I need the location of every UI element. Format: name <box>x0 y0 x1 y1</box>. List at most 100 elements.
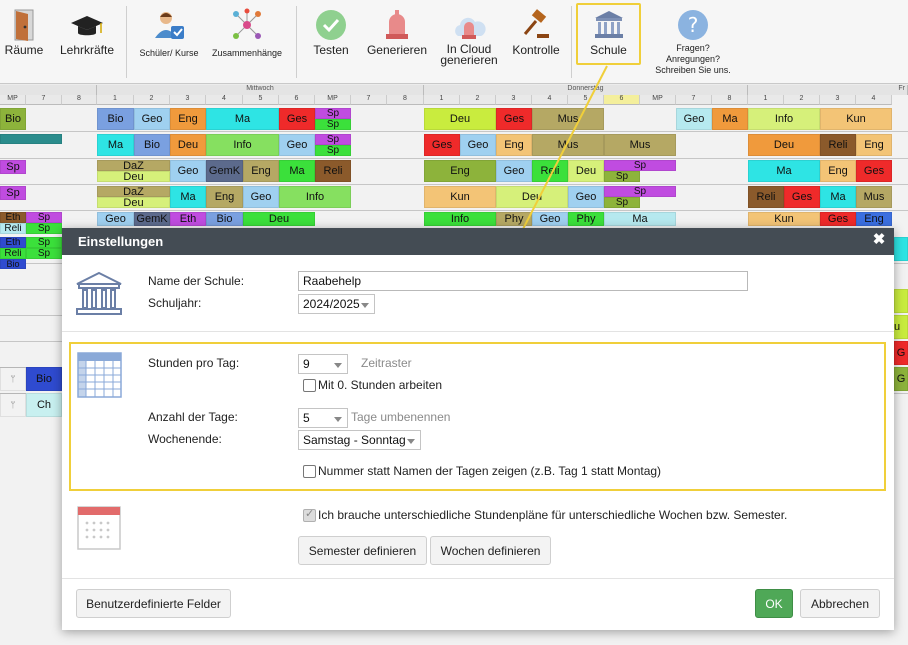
lesson-block[interactable]: Bio <box>206 212 243 226</box>
lesson-block[interactable]: Bio <box>134 134 170 156</box>
lesson-block[interactable]: Ma <box>604 212 676 226</box>
lesson-block[interactable]: Eng <box>856 212 892 226</box>
lesson-block[interactable]: Geo <box>279 134 315 156</box>
lesson-block[interactable]: Sp <box>604 171 640 182</box>
lesson-block[interactable]: G <box>894 341 908 365</box>
lesson-block[interactable]: Eng <box>496 134 532 156</box>
lesson-block[interactable]: Ges <box>279 108 315 130</box>
toolbar-control-button[interactable]: Kontrolle <box>508 0 564 84</box>
lesson-block[interactable]: Deu <box>97 197 170 208</box>
lesson-block[interactable]: Ges <box>820 212 856 226</box>
lesson-block[interactable]: Ma <box>712 108 748 130</box>
lesson-block[interactable]: Reli <box>0 248 26 259</box>
lesson-block[interactable]: Sp <box>604 160 676 171</box>
lesson-block[interactable]: Reli <box>315 160 351 182</box>
lesson-block[interactable]: Info <box>748 108 820 130</box>
toolbar-test-button[interactable]: Testen <box>306 0 356 84</box>
lesson-block[interactable]: GemK <box>206 160 243 182</box>
lesson-block[interactable]: Geo <box>496 160 532 182</box>
lesson-block[interactable]: Kun <box>820 108 892 130</box>
lesson-block[interactable]: Eng <box>424 160 496 182</box>
lesson-block[interactable]: Kun <box>424 186 496 208</box>
lesson-block[interactable]: Mus <box>532 134 604 156</box>
lesson-block[interactable]: Info <box>424 212 496 226</box>
toolbar-feedback-button[interactable]: ? Fragen? Anregungen? Schreiben Sie uns. <box>650 0 736 84</box>
lesson-block[interactable]: Ma <box>748 160 820 182</box>
school-name-input[interactable]: Raabehelp <box>298 271 748 291</box>
lesson-block[interactable]: Geo <box>532 212 568 226</box>
lesson-block[interactable]: Info <box>279 186 351 208</box>
lesson-block[interactable] <box>0 134 62 144</box>
toolbar-rooms-button[interactable]: Räume <box>2 0 46 84</box>
cancel-button[interactable]: Abbrechen <box>800 589 880 618</box>
lesson-block[interactable]: Bio <box>0 108 26 130</box>
lesson-block[interactable]: Sp <box>315 145 351 156</box>
custom-fields-button[interactable]: Benutzerdefinierte Felder <box>76 589 231 618</box>
define-weeks-button[interactable]: Wochen definieren <box>430 536 551 565</box>
lesson-block[interactable]: Reli <box>820 134 856 156</box>
toolbar-relations-button[interactable]: Zusammenhänge <box>208 0 286 84</box>
lesson-block[interactable]: Bio <box>26 367 62 391</box>
lesson-block[interactable]: Geo <box>97 212 134 226</box>
toolbar-teachers-button[interactable]: Lehrkräfte <box>56 0 118 84</box>
lesson-block[interactable]: Eng <box>856 134 892 156</box>
toolbar-school-button[interactable]: Schule <box>578 0 639 84</box>
ok-button[interactable]: OK <box>755 589 793 618</box>
lesson-block[interactable]: Sp <box>26 212 62 223</box>
lesson-block[interactable]: Sp <box>26 237 62 248</box>
lesson-block[interactable]: Sp <box>604 186 676 197</box>
lesson-block[interactable]: Mus <box>532 108 604 130</box>
lesson-block[interactable]: Deu <box>748 134 820 156</box>
lesson-block[interactable]: Sp <box>0 160 26 174</box>
lesson-block[interactable]: Eng <box>170 108 206 130</box>
lesson-block[interactable]: Bio <box>0 259 26 269</box>
lesson-block[interactable]: Ges <box>496 108 532 130</box>
lesson-block[interactable]: GemK <box>134 212 170 226</box>
lesson-block[interactable]: Sp <box>604 197 640 208</box>
lesson-block[interactable]: Mus <box>604 134 676 156</box>
lesson-block[interactable] <box>894 289 908 313</box>
lesson-block[interactable]: Mus <box>856 186 892 208</box>
lesson-block[interactable]: Reli <box>748 186 784 208</box>
lesson-block[interactable]: Phy <box>496 212 532 226</box>
lesson-block[interactable]: Ges <box>856 160 892 182</box>
lesson-block[interactable]: Reli <box>532 160 568 182</box>
lesson-block[interactable]: Eth <box>170 212 206 226</box>
toolbar-students-button[interactable]: Schüler/ Kurse <box>136 0 202 84</box>
lesson-block[interactable]: Geo <box>170 160 206 182</box>
lesson-block[interactable]: Eth <box>0 237 26 248</box>
lesson-block[interactable]: Deu <box>243 212 315 226</box>
lesson-block[interactable]: DaZ <box>97 160 170 171</box>
toolbar-generate-button[interactable]: Generieren <box>364 0 430 84</box>
lesson-block[interactable]: Eng <box>243 160 279 182</box>
lesson-block[interactable]: Sp <box>315 134 351 145</box>
lesson-block[interactable]: Ch <box>26 393 62 417</box>
lesson-block[interactable]: Deu <box>424 108 496 130</box>
lesson-block[interactable]: Sp <box>26 223 62 234</box>
lesson-block[interactable]: G <box>894 367 908 391</box>
lesson-block[interactable]: Sp <box>0 186 26 200</box>
lesson-block[interactable]: Sp <box>315 108 351 119</box>
lesson-block[interactable]: Ma <box>170 186 206 208</box>
lesson-block[interactable]: Geo <box>676 108 712 130</box>
lesson-block[interactable]: Ma <box>279 160 315 182</box>
lesson-block[interactable]: Kun <box>748 212 820 226</box>
lesson-block[interactable]: Sp <box>26 248 62 259</box>
lesson-block[interactable]: Eng <box>820 160 856 182</box>
lesson-block[interactable]: Ma <box>97 134 134 156</box>
lesson-block[interactable]: DaZ <box>97 186 170 197</box>
lesson-block[interactable]: Ges <box>424 134 460 156</box>
close-icon[interactable]: ✖ <box>872 232 886 247</box>
lesson-block[interactable]: Deu <box>170 134 206 156</box>
lesson-block[interactable]: Eth <box>0 212 26 223</box>
lesson-block[interactable]: Ma <box>206 108 279 130</box>
lesson-block[interactable]: Geo <box>568 186 604 208</box>
lesson-block[interactable]: Deu <box>568 160 604 182</box>
lesson-block[interactable]: Sp <box>315 119 351 130</box>
lesson-block[interactable]: Eng <box>206 186 243 208</box>
lesson-block[interactable]: Geo <box>134 108 170 130</box>
different-plans-checkbox[interactable] <box>303 507 316 522</box>
lesson-block[interactable]: Ges <box>784 186 820 208</box>
lesson-block[interactable] <box>894 237 908 261</box>
lesson-block[interactable]: Phy <box>568 212 604 226</box>
